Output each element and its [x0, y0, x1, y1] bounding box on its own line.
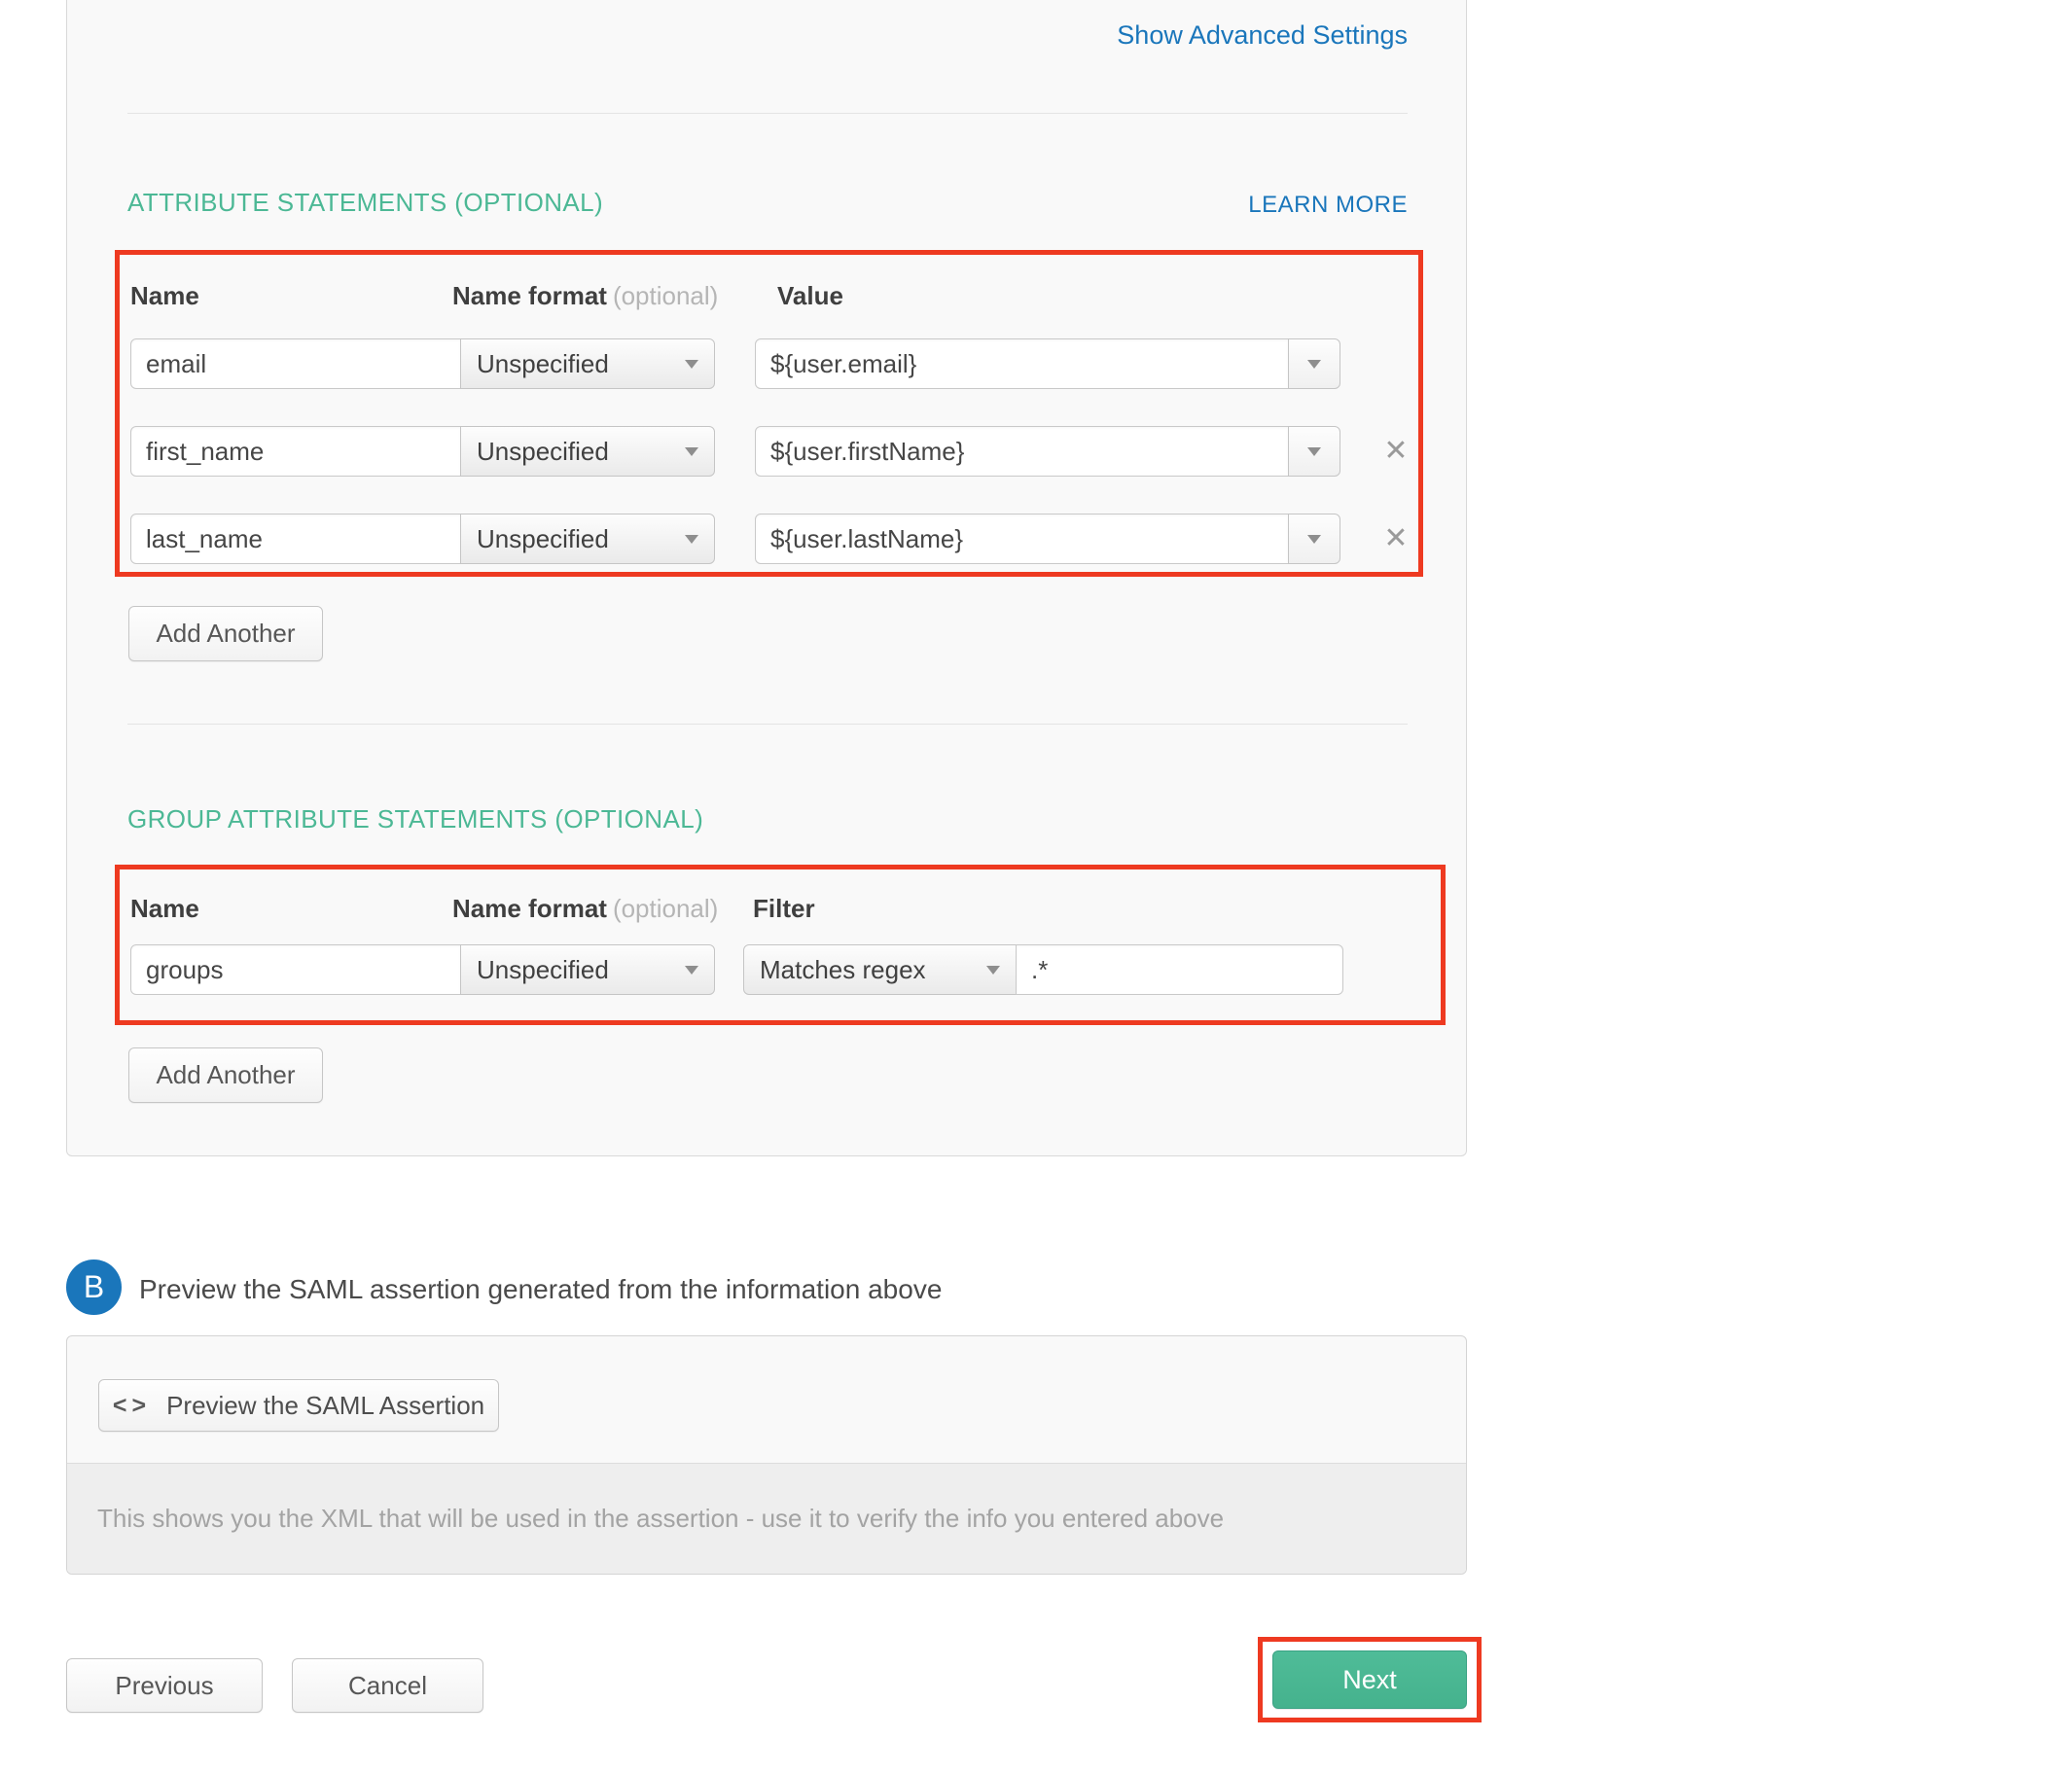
attribute-row: Unspecified ✕	[130, 514, 1408, 564]
chevron-down-icon	[986, 966, 1000, 975]
column-header-name-format: Name format(optional)	[452, 894, 718, 924]
attr-value-dropdown-button[interactable]	[1288, 514, 1340, 564]
close-icon: ✕	[1383, 435, 1408, 467]
divider	[127, 113, 1408, 114]
remove-row-button[interactable]: ✕	[1376, 432, 1415, 471]
column-header-name: Name	[130, 281, 199, 311]
select-value: Unspecified	[477, 955, 609, 985]
attr-name-input[interactable]	[130, 426, 461, 477]
attr-value-combo	[755, 338, 1340, 389]
attr-value-input[interactable]	[755, 338, 1289, 389]
divider	[127, 724, 1408, 725]
remove-row-button[interactable]: ✕	[1376, 519, 1415, 558]
attr-name-input[interactable]	[130, 338, 461, 389]
add-another-button[interactable]: Add Another	[128, 1047, 323, 1103]
chevron-down-icon	[685, 360, 698, 369]
column-header-name-format-label: Name format	[452, 894, 607, 923]
preview-note: This shows you the XML that will be used…	[67, 1463, 1466, 1574]
learn-more-link[interactable]: LEARN MORE	[1248, 192, 1408, 219]
column-header-name-format: Name format(optional)	[452, 281, 718, 311]
column-header-filter: Filter	[753, 894, 815, 924]
chevron-down-icon	[685, 966, 698, 975]
group-attribute-row: Unspecified Matches regex	[130, 944, 1430, 995]
step-b-badge: B	[66, 1260, 122, 1315]
attr-value-dropdown-button[interactable]	[1288, 426, 1340, 477]
group-filter-combo: Matches regex	[743, 944, 1343, 995]
group-attribute-statements-annotation-box: Name Name format(optional) Filter Unspec…	[115, 865, 1446, 1025]
chevron-down-icon	[1307, 535, 1321, 544]
next-button[interactable]: Next	[1272, 1650, 1467, 1709]
code-brackets-icon: <>	[113, 1392, 151, 1420]
chevron-down-icon	[685, 535, 698, 544]
cancel-button[interactable]: Cancel	[292, 1658, 483, 1713]
optional-hint: (optional)	[613, 894, 718, 923]
attr-value-combo	[755, 426, 1340, 477]
attribute-row: Unspecified ✕	[130, 426, 1408, 477]
next-button-annotation-box: Next	[1258, 1637, 1482, 1722]
preview-saml-button[interactable]: <> Preview the SAML Assertion	[98, 1379, 499, 1432]
attr-name-format-select[interactable]: Unspecified	[460, 426, 715, 477]
select-value: Unspecified	[477, 524, 609, 554]
attr-name-format-select[interactable]: Unspecified	[460, 514, 715, 564]
chevron-down-icon	[685, 447, 698, 456]
add-another-button[interactable]: Add Another	[128, 606, 323, 661]
select-value: Unspecified	[477, 349, 609, 379]
attribute-statements-annotation-box: Name Name format(optional) Value Unspeci…	[115, 250, 1423, 577]
preview-section-heading: Preview the SAML assertion generated fro…	[139, 1274, 942, 1305]
column-header-name: Name	[130, 894, 199, 924]
attr-name-format-select[interactable]: Unspecified	[460, 338, 715, 389]
attribute-row: Unspecified	[130, 338, 1408, 389]
filter-value-input[interactable]	[1016, 944, 1343, 995]
column-header-value: Value	[777, 281, 843, 311]
close-icon: ✕	[1383, 522, 1408, 554]
attr-name-input[interactable]	[130, 514, 461, 564]
optional-hint: (optional)	[613, 281, 718, 310]
preview-assertion-panel: <> Preview the SAML Assertion This shows…	[66, 1335, 1467, 1575]
attr-value-input[interactable]	[755, 514, 1289, 564]
attr-value-dropdown-button[interactable]	[1288, 338, 1340, 389]
group-attribute-statements-title: GROUP ATTRIBUTE STATEMENTS (OPTIONAL)	[127, 804, 703, 834]
attr-value-input[interactable]	[755, 426, 1289, 477]
saml-settings-panel: Show Advanced Settings ATTRIBUTE STATEME…	[66, 0, 1467, 1156]
select-value: Unspecified	[477, 437, 609, 467]
chevron-down-icon	[1307, 447, 1321, 456]
attr-value-combo	[755, 514, 1340, 564]
filter-type-select[interactable]: Matches regex	[743, 944, 1017, 995]
group-name-format-select[interactable]: Unspecified	[460, 944, 715, 995]
column-header-name-format-label: Name format	[452, 281, 607, 310]
page: Show Advanced Settings ATTRIBUTE STATEME…	[0, 0, 2072, 1774]
select-value: Matches regex	[760, 955, 926, 985]
show-advanced-settings-link[interactable]: Show Advanced Settings	[1117, 20, 1408, 51]
preview-saml-button-label: Preview the SAML Assertion	[166, 1391, 484, 1421]
chevron-down-icon	[1307, 360, 1321, 369]
group-name-input[interactable]	[130, 944, 461, 995]
previous-button[interactable]: Previous	[66, 1658, 263, 1713]
attribute-statements-title: ATTRIBUTE STATEMENTS (OPTIONAL)	[127, 188, 603, 218]
